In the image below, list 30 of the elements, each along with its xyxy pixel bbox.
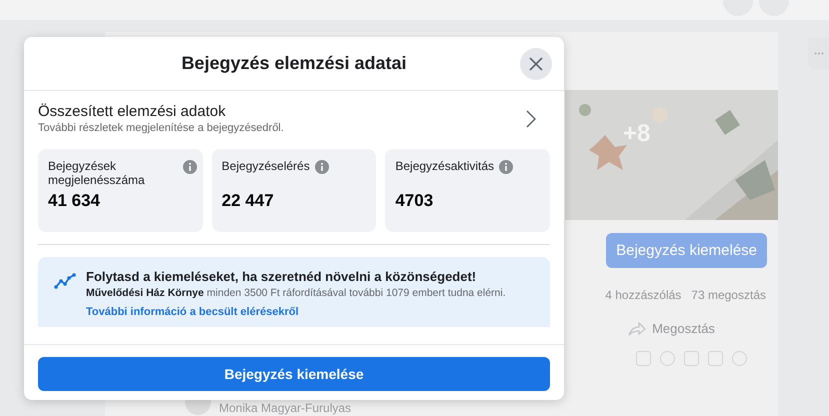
close-button[interactable] bbox=[520, 48, 552, 80]
info-icon[interactable] bbox=[499, 160, 514, 174]
trend-icon bbox=[54, 273, 76, 289]
dialog-title: Bejegyzés elemzési adatai bbox=[181, 53, 407, 74]
info-icon[interactable] bbox=[182, 160, 197, 174]
promo-title: Folytasd a kiemeléseket, ha szeretnéd növelni a közönségedet! bbox=[86, 269, 478, 284]
share-icon bbox=[628, 322, 646, 336]
boost-post-button[interactable]: Bejegyzés kiemelése bbox=[38, 357, 550, 391]
more-icon bbox=[814, 52, 824, 54]
summary-subtitle: További részletek megjelenítése a bejegyzésedről. bbox=[38, 122, 284, 134]
share-button[interactable]: Megosztás bbox=[622, 320, 721, 337]
info-icon[interactable] bbox=[314, 160, 329, 174]
boost-post-button[interactable]: Bejegyzés kiemelése bbox=[606, 233, 767, 268]
more-button[interactable] bbox=[808, 37, 829, 69]
stat-label: Bejegyzések megjelenésszáma bbox=[48, 159, 146, 187]
stat-label: Bejegyzésaktivitás bbox=[395, 159, 494, 173]
stat-label: Bejegyzéselérés bbox=[222, 159, 310, 173]
estimate-link[interactable]: További információ a becsült elérésekről bbox=[86, 306, 506, 318]
summary-title: Összesített elemzési adatok bbox=[38, 103, 227, 120]
summary-row[interactable]: Összesített elemzési adatok További részletek megjelenítése a bejegyzésedről. bbox=[38, 91, 550, 146]
commenter-name: Monika Magyar-Furulyas bbox=[219, 401, 352, 415]
close-icon bbox=[529, 57, 543, 71]
stat-value: 22 447 bbox=[222, 191, 275, 211]
share-count: 73 megosztás bbox=[691, 288, 766, 302]
chevron-right-icon bbox=[526, 110, 536, 128]
promo-text: Művelődési Ház Környe minden 3500 Ft ráfordításával további 1079 embert tudna elérni. bbox=[86, 287, 506, 299]
emoji-icon[interactable] bbox=[660, 351, 675, 366]
stat-value: 4703 bbox=[395, 191, 434, 211]
stat-value: 41 634 bbox=[48, 191, 101, 211]
comment-count: 4 hozzászólás bbox=[605, 288, 682, 302]
